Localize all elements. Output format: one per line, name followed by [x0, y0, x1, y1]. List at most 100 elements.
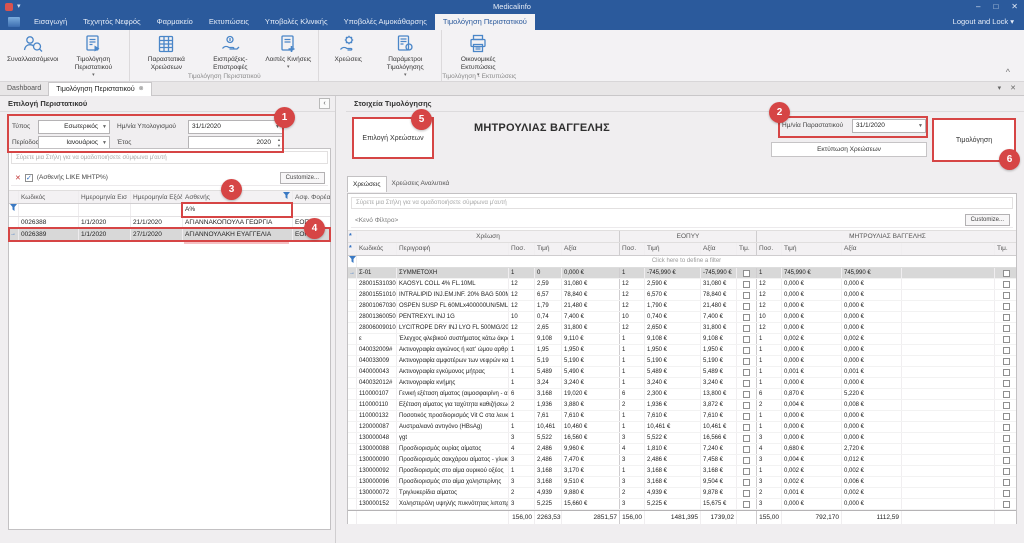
invoice-checkbox[interactable]	[743, 314, 750, 321]
column-header-pos[interactable]: Ποσ.	[620, 243, 645, 255]
maximize-button[interactable]: □	[993, 0, 998, 14]
filter-enabled-checkbox[interactable]: ✓	[25, 174, 33, 182]
invoice-checkbox[interactable]	[1003, 501, 1010, 508]
charge-row[interactable]: 040000043Ακτινογραφία εγκύμονος μήτρας15…	[348, 367, 1016, 378]
charge-row[interactable]: 2800106703014OSPEN SUSP FL 60MLx400000UN…	[348, 301, 1016, 312]
menu-tab-ektyposeis[interactable]: Εκτυπώσεις	[201, 14, 257, 30]
invoice-checkbox[interactable]	[1003, 380, 1010, 387]
band-header-eopyy[interactable]: ΕΟΠΥΥ	[620, 231, 757, 242]
invoice-checkbox[interactable]	[743, 270, 750, 277]
invoice-checkbox[interactable]	[1003, 391, 1010, 398]
clear-filter-icon[interactable]: ✕	[11, 174, 21, 182]
grid-customize-icon[interactable]: *	[348, 231, 357, 242]
minimize-button[interactable]: –	[976, 0, 980, 14]
close-tab-group-icon[interactable]: ✕	[1010, 82, 1016, 95]
menu-tab-texnitos-nefros[interactable]: Τεχνητός Νεφρός	[75, 14, 148, 30]
filter-cell[interactable]	[19, 204, 79, 216]
tab-list-dropdown-icon[interactable]: ▾	[998, 82, 1002, 95]
empty-filter-label[interactable]: <Κενό Φίλτρο>	[351, 217, 398, 224]
column-header-asf-foreas[interactable]: Ασφ. Φορέας	[293, 191, 330, 203]
invoice-checkbox[interactable]	[1003, 270, 1010, 277]
invoice-checkbox[interactable]	[1003, 358, 1010, 365]
invoice-checkbox[interactable]	[1003, 490, 1010, 497]
invoice-checkbox[interactable]	[1003, 281, 1010, 288]
grid-customize-icon[interactable]: *	[348, 243, 357, 255]
column-header-perigrafi[interactable]: Περιγραφή	[397, 243, 509, 255]
invoice-checkbox[interactable]	[743, 490, 750, 497]
menu-tab-timologisi-peristatikou[interactable]: Τιμολόγηση Περιστατικού	[435, 14, 535, 30]
menu-tab-ypovoles-klinikis[interactable]: Υποβολές Κλινικής	[257, 14, 336, 30]
column-header-pos[interactable]: Ποσ.	[509, 243, 535, 255]
invoice-checkbox[interactable]	[743, 402, 750, 409]
invoice-checkbox[interactable]	[1003, 413, 1010, 420]
invoice-checkbox[interactable]	[1003, 435, 1010, 442]
invoice-checkbox[interactable]	[743, 369, 750, 376]
invoice-checkbox[interactable]	[743, 380, 750, 387]
ribbon-item-oikonomikes-ektyposeis[interactable]: Οικονομικές Εκτυπώσεις ▾	[446, 32, 510, 79]
invoice-checkbox[interactable]	[743, 303, 750, 310]
invoice-checkbox[interactable]	[743, 391, 750, 398]
invoice-checkbox[interactable]	[743, 336, 750, 343]
invoice-checkbox[interactable]	[743, 435, 750, 442]
filter-funnel-icon[interactable]	[348, 256, 357, 267]
ribbon-item-timologisi-peristatikou[interactable]: Τιμολόγηση Περιστατικού ▾	[61, 32, 125, 79]
close-tab-icon[interactable]: ⊗	[139, 83, 144, 96]
ribbon-item-xreoseis[interactable]: Χρεώσεις	[323, 32, 373, 65]
close-button[interactable]: ✕	[1011, 0, 1018, 14]
tab-xreoseis[interactable]: Χρεώσεις	[347, 176, 387, 192]
charge-row[interactable]: 120000087Αυστραλιανό αντιγόνο (HBsAg)110…	[348, 422, 1016, 433]
column-header-axia[interactable]: Αξία	[842, 243, 902, 255]
charge-row[interactable]: 110000132Ποσοτικός προσδιορισμός Vit C σ…	[348, 411, 1016, 422]
charge-row[interactable]: →Σ-01ΣΥΜΜΕΤΟΧΗ100,000 €1-745,990 €-745,9…	[348, 268, 1016, 279]
invoice-checkbox[interactable]	[1003, 336, 1010, 343]
column-header-timi[interactable]: Τιμή	[782, 243, 842, 255]
invoice-checkbox[interactable]	[1003, 292, 1010, 299]
ribbon-item-eispraxeis-epistrofes[interactable]: Εισπράξεις-Επιστροφές	[198, 32, 262, 73]
invoice-checkbox[interactable]	[743, 292, 750, 299]
invoice-checkbox[interactable]	[1003, 325, 1010, 332]
charge-row[interactable]: 130000088Προσδιορισμός ουρίας αίματος42,…	[348, 444, 1016, 455]
ribbon-item-synallassomenoi[interactable]: Συναλλασσόμενοι	[4, 32, 61, 65]
ribbon-item-parametroi-timologisis[interactable]: Παράμετροι Τιμολόγησης ▾	[373, 32, 437, 79]
column-header-timi[interactable]: Τιμή	[645, 243, 701, 255]
column-header-imerominia-eis[interactable]: Ημερομηνία Εισ	[79, 191, 131, 203]
invoice-checkbox[interactable]	[1003, 446, 1010, 453]
filter-cell[interactable]	[293, 204, 330, 216]
ribbon-collapse-chevron-icon[interactable]: ^	[1006, 68, 1010, 77]
column-header-axia[interactable]: Αξία	[701, 243, 737, 255]
column-header-imerominia-exodou[interactable]: Ημερομηνία Εξόδου	[131, 191, 183, 203]
charge-row[interactable]: 130000090Προσδιορισμός σακχάρου αίματος …	[348, 455, 1016, 466]
charge-row[interactable]: 2800136005010PENTREXYL INJ 1G100,747,400…	[348, 312, 1016, 323]
charge-row[interactable]: 130000092Προσδιορισμός στο αίμα ουρικού …	[348, 466, 1016, 477]
ribbon-item-loipes-kiniseis[interactable]: Λοιπές Κινήσεις ▾	[262, 32, 314, 71]
charge-row[interactable]: 130000048γgt35,52216,560 €35,522 €16,566…	[348, 433, 1016, 444]
filter-funnel-icon[interactable]	[9, 204, 19, 216]
customize-filter-button[interactable]: Customize...	[280, 172, 325, 184]
column-header-pos[interactable]: Ποσ.	[757, 243, 782, 255]
menu-tab-eisagogi[interactable]: Εισαγωγή	[26, 14, 75, 30]
menu-tab-farmakeio[interactable]: Φαρμακείο	[149, 14, 201, 30]
define-filter-hint[interactable]: Click here to define a filter	[357, 256, 1016, 267]
invoice-checkbox[interactable]	[1003, 424, 1010, 431]
invoice-checkbox[interactable]	[743, 479, 750, 486]
invoice-checkbox[interactable]	[743, 457, 750, 464]
charge-row[interactable]: 2800155101069INTRALIPID INJ.EM.INF. 20% …	[348, 290, 1016, 301]
logout-and-lock-button[interactable]: Logout and Lock ▾	[953, 14, 1024, 30]
column-header-tim[interactable]: Τιμ.	[737, 243, 757, 255]
invoice-checkbox[interactable]	[1003, 369, 1010, 376]
ribbon-item-parastatika-xreoseon[interactable]: Παραστατικά Χρεώσεων	[134, 32, 198, 73]
charge-row[interactable]: 110000110Εξέταση αίματος για ταχύτητα κα…	[348, 400, 1016, 411]
charge-row[interactable]: 110000107Γενική εξέταση αίματος (αιμοσφα…	[348, 389, 1016, 400]
menu-tab-ypovoles-aimokatharsis[interactable]: Υποβολές Αιμοκάθαρσης	[336, 14, 435, 30]
invoice-checkbox[interactable]	[1003, 314, 1010, 321]
tab-xreoseis-analytika[interactable]: Χρεώσεις Αναλυτικά	[387, 176, 455, 192]
invoice-checkbox[interactable]	[1003, 479, 1010, 486]
collapse-panel-icon[interactable]: ‹	[319, 98, 330, 109]
tab-dashboard[interactable]: Dashboard	[0, 82, 48, 95]
invoice-checkbox[interactable]	[743, 501, 750, 508]
print-charges-button[interactable]: Εκτύπωση Χρεώσεων	[771, 142, 927, 157]
column-header-axia[interactable]: Αξία	[562, 243, 620, 255]
column-header-kodikos[interactable]: Κωδικός	[19, 191, 79, 203]
charge-row[interactable]: 040032012#Ακτινογραφία κνήμης13,243,240 …	[348, 378, 1016, 389]
invoice-checkbox[interactable]	[1003, 457, 1010, 464]
